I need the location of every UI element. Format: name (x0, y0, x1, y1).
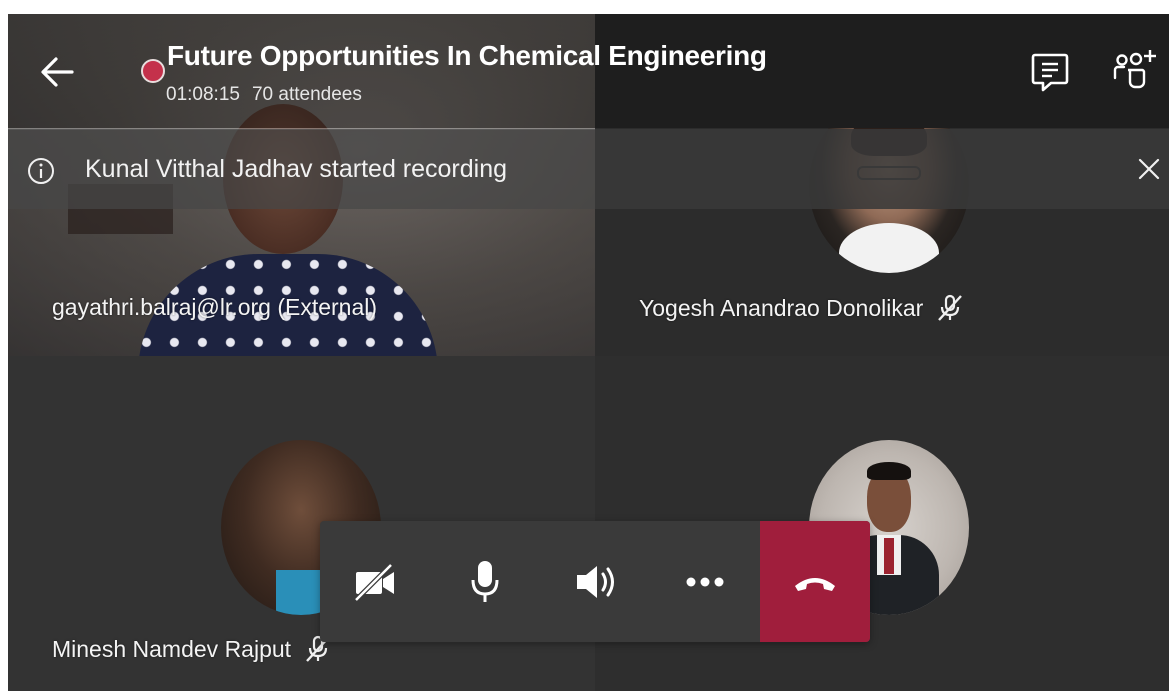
hang-up-button[interactable] (760, 521, 870, 642)
participant-name-text: gayathri.balraj@lr.org (External) (52, 294, 378, 320)
hang-up-icon (795, 577, 835, 591)
recording-notification-banner-right (595, 129, 1169, 209)
participant-name-text: Yogesh Anandrao Donolikar (639, 294, 924, 321)
add-people-icon[interactable] (1110, 46, 1160, 94)
attendee-count: 70 attendees (251, 84, 362, 105)
participant-name: Minesh Namdev Rajput (52, 634, 333, 664)
arrow-left-icon[interactable] (38, 52, 78, 92)
close-icon[interactable] (1134, 154, 1164, 184)
meeting-title: Future Opportunities In Chemical Enginee… (167, 40, 767, 71)
participant-name: Yogesh Anandrao Donolikar (639, 293, 965, 323)
participant-name-text: Minesh Namdev Rajput (52, 635, 292, 662)
microphone-button[interactable] (430, 521, 540, 642)
meeting-duration: 01:08:15 (166, 84, 240, 105)
camera-toggle-button[interactable] (320, 521, 430, 642)
speaker-icon (577, 565, 614, 598)
participant-name: gayathri.balraj@lr.org (External) (52, 294, 377, 321)
mic-muted-icon (938, 294, 963, 321)
notification-text: Kunal Vitthal Jadhav started recording (85, 155, 508, 183)
call-controls (320, 521, 870, 642)
info-icon (28, 158, 54, 184)
recording-indicator-icon (141, 59, 165, 83)
more-options-button[interactable] (650, 521, 760, 642)
camera-off-icon (354, 562, 394, 602)
meeting-meta: 01:08:15 70 attendees (166, 84, 362, 106)
chat-icon[interactable] (1028, 50, 1072, 94)
microphone-icon (471, 560, 499, 602)
speaker-button[interactable] (540, 521, 650, 642)
more-options-icon (686, 577, 724, 586)
